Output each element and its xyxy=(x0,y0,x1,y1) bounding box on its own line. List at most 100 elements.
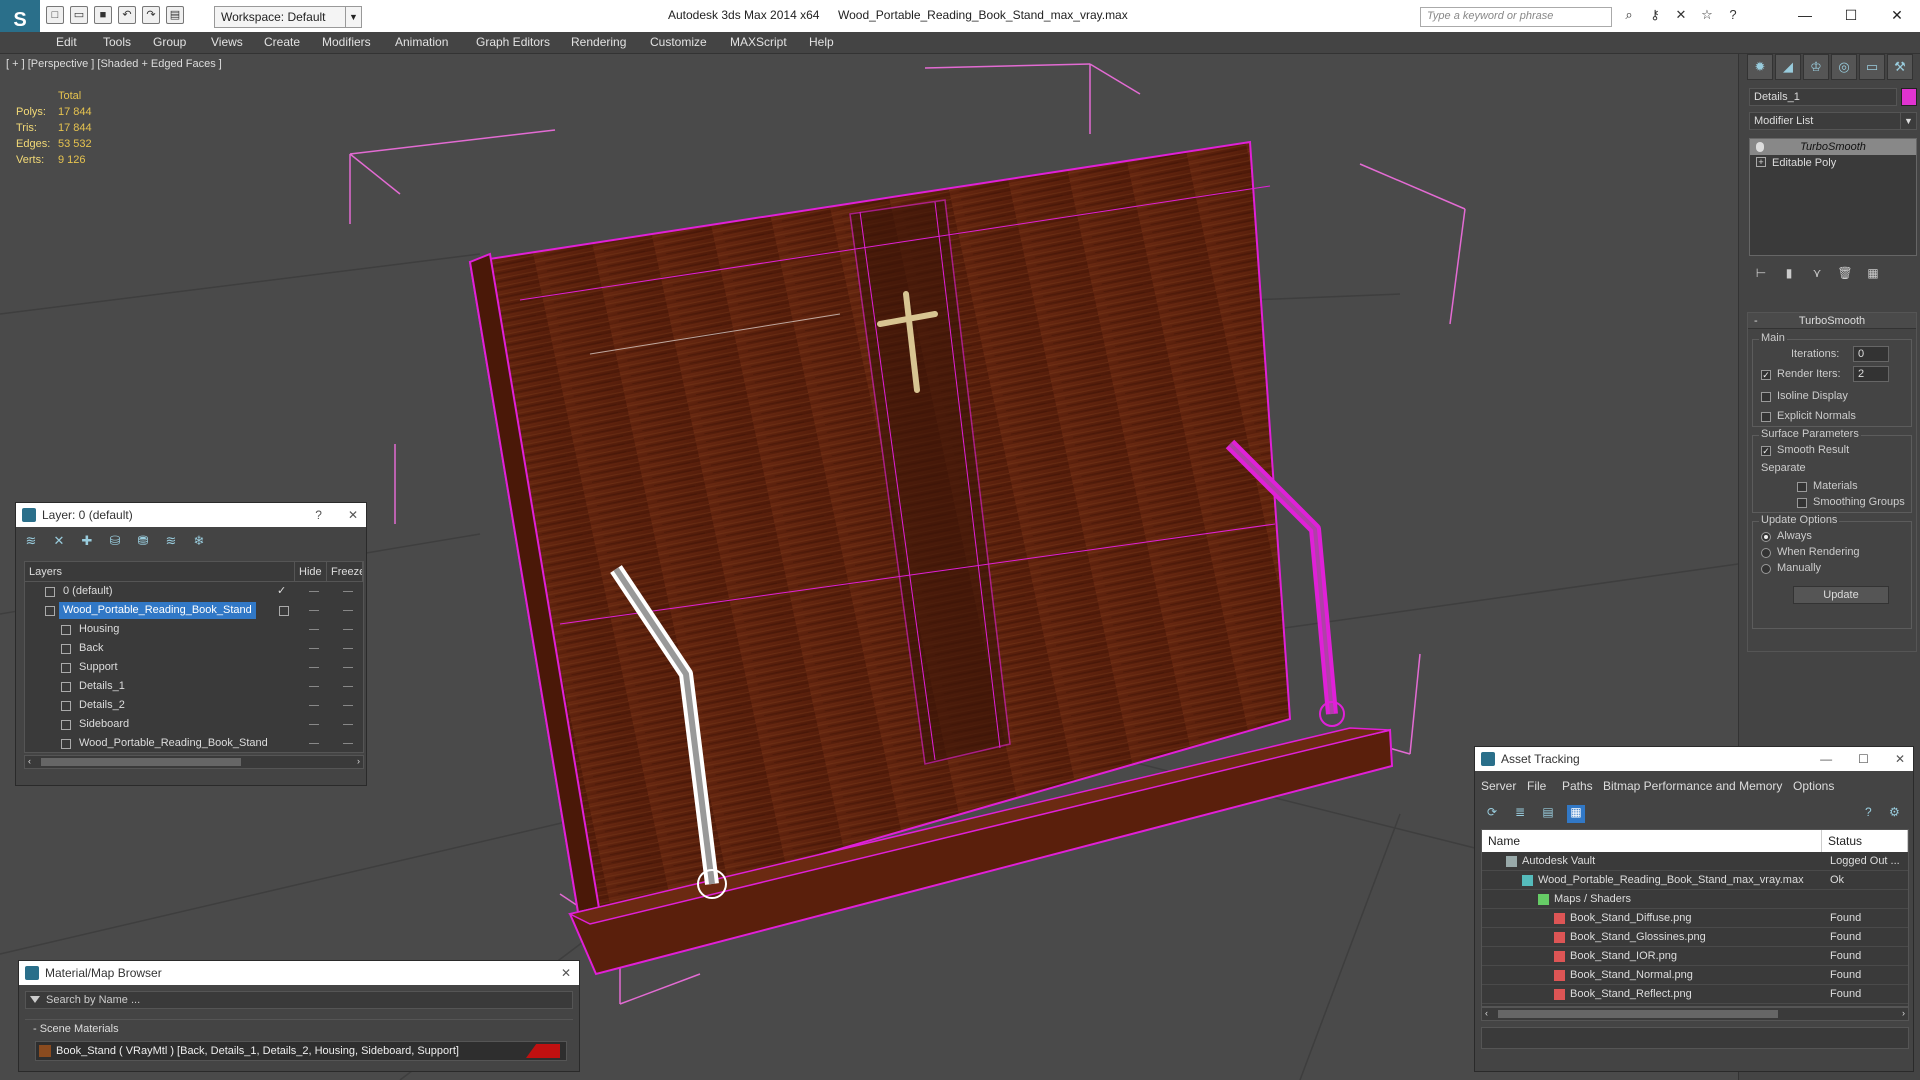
select-objects-icon[interactable]: ⛁ xyxy=(106,533,124,551)
exchange-icon[interactable]: ✕ xyxy=(1672,7,1690,25)
motion-tab-icon[interactable]: ◎ xyxy=(1831,54,1857,80)
display-tab-icon[interactable]: ▭ xyxy=(1859,54,1885,80)
undo-icon[interactable]: ↶ xyxy=(118,6,136,24)
hide-toggle[interactable] xyxy=(309,648,319,649)
asset-row[interactable]: Wood_Portable_Reading_Book_Stand_max_vra… xyxy=(1482,871,1908,890)
material-search-input[interactable]: Search by Name ... xyxy=(25,991,573,1009)
freeze-toggle[interactable] xyxy=(343,610,353,611)
expand-icon[interactable]: + xyxy=(1756,157,1766,167)
when-rendering-radio[interactable] xyxy=(1761,548,1771,558)
object-color-swatch[interactable] xyxy=(1901,88,1917,106)
help-icon[interactable]: ? xyxy=(315,503,322,527)
freeze-toggle[interactable] xyxy=(343,629,353,630)
layer-horizontal-scrollbar[interactable]: ‹ › xyxy=(24,755,364,769)
modifier-stack-item[interactable]: + Editable Poly xyxy=(1750,155,1916,171)
save-file-icon[interactable]: ■ xyxy=(94,6,112,24)
hide-toggle[interactable] xyxy=(309,686,319,687)
thumbnail-view-icon[interactable]: ▤ xyxy=(1539,805,1557,823)
hide-toggle[interactable] xyxy=(309,629,319,630)
delete-layer-icon[interactable]: ✕ xyxy=(50,533,68,551)
lightbulb-icon[interactable] xyxy=(1756,142,1764,152)
project-folder-icon[interactable]: ▤ xyxy=(166,6,184,24)
always-radio[interactable] xyxy=(1761,532,1771,542)
asset-column-status[interactable]: Status xyxy=(1822,830,1908,852)
layer-column-layers[interactable]: Layers xyxy=(25,562,295,581)
asset-row[interactable]: Autodesk Vault Logged Out ... xyxy=(1482,852,1908,871)
freeze-toggle[interactable] xyxy=(343,591,353,592)
asset-row[interactable]: Book_Stand_Diffuse.png Found xyxy=(1482,909,1908,928)
render-iters-checkbox[interactable]: ✓ xyxy=(1761,370,1771,380)
layer-row[interactable]: Wood_Portable_Reading_Book_Stand xyxy=(25,734,363,753)
table-view-icon[interactable]: ▦ xyxy=(1567,805,1585,823)
viewport-label[interactable]: [ + ] [Perspective ] [Shaded + Edged Fac… xyxy=(6,58,222,70)
hide-toggle[interactable] xyxy=(309,743,319,744)
freeze-toggle[interactable] xyxy=(343,705,353,706)
asset-menu-options[interactable]: Options xyxy=(1793,777,1834,795)
search-options-icon[interactable] xyxy=(30,996,40,1003)
manually-radio[interactable] xyxy=(1761,564,1771,574)
menu-modifiers[interactable]: Modifiers xyxy=(322,35,371,49)
star-icon[interactable]: ☆ xyxy=(1698,7,1716,25)
hide-toggle[interactable] xyxy=(309,705,319,706)
scroll-right-icon[interactable]: › xyxy=(357,756,360,766)
remove-modifier-icon[interactable]: 🗑 xyxy=(1837,266,1853,282)
explicit-normals-checkbox[interactable] xyxy=(1761,412,1771,422)
materials-checkbox[interactable] xyxy=(1797,482,1807,492)
smoothing-groups-checkbox[interactable] xyxy=(1797,498,1807,508)
isoline-display-checkbox[interactable] xyxy=(1761,392,1771,402)
freeze-toggle[interactable] xyxy=(343,724,353,725)
maximize-icon[interactable]: ☐ xyxy=(1828,0,1874,30)
make-unique-icon[interactable]: ⋎ xyxy=(1809,266,1825,282)
search-input[interactable]: Type a keyword or phrase xyxy=(1420,7,1612,27)
freeze-all-icon[interactable]: ❄ xyxy=(190,533,208,551)
layer-column-freeze[interactable]: Freeze xyxy=(327,562,363,581)
asset-row[interactable]: Maps / Shaders xyxy=(1482,890,1908,909)
menu-group[interactable]: Group xyxy=(153,35,186,49)
asset-row[interactable]: Book_Stand_Reflect.png Found xyxy=(1482,985,1908,1004)
list-view-icon[interactable]: ≣ xyxy=(1511,805,1529,823)
hide-toggle[interactable] xyxy=(309,591,319,592)
add-to-layer-icon[interactable]: ✚ xyxy=(78,533,96,551)
layer-box-icon[interactable] xyxy=(279,606,289,616)
asset-menu-server[interactable]: Server xyxy=(1481,777,1516,795)
layer-row[interactable]: Details_2 xyxy=(25,696,363,715)
new-file-icon[interactable]: □ xyxy=(46,6,64,24)
update-button[interactable]: Update xyxy=(1793,586,1889,604)
modifier-list-dropdown[interactable]: Modifier List ▼ xyxy=(1749,112,1917,130)
close-icon[interactable]: ✕ xyxy=(348,503,358,527)
redo-icon[interactable]: ↷ xyxy=(142,6,160,24)
hide-toggle[interactable] xyxy=(309,724,319,725)
asset-row[interactable]: Book_Stand_Normal.png Found xyxy=(1482,966,1908,985)
asset-column-name[interactable]: Name xyxy=(1482,830,1822,852)
show-end-result-icon[interactable]: ▮ xyxy=(1781,266,1797,282)
scroll-thumb[interactable] xyxy=(1498,1010,1778,1018)
close-icon[interactable]: ✕ xyxy=(1874,0,1920,30)
layer-column-hide[interactable]: Hide xyxy=(295,562,327,581)
settings-icon[interactable]: ⚙ xyxy=(1889,805,1905,821)
asset-row[interactable]: Book_Stand_Glossines.png Found xyxy=(1482,928,1908,947)
close-icon[interactable]: ✕ xyxy=(1895,747,1905,771)
layer-row[interactable]: 0 (default) ✓ xyxy=(25,582,363,601)
layer-window-titlebar[interactable]: Layer: 0 (default) ? ✕ xyxy=(16,503,366,527)
close-icon[interactable]: ✕ xyxy=(561,961,571,985)
menu-graph-editors[interactable]: Graph Editors xyxy=(476,35,550,49)
binoculars-icon[interactable]: ⌕ xyxy=(1620,7,1638,25)
hide-toggle[interactable] xyxy=(309,667,319,668)
asset-menu-paths[interactable]: Paths xyxy=(1562,777,1593,795)
asset-menu-file[interactable]: File xyxy=(1527,777,1546,795)
hierarchy-tab-icon[interactable]: ♔ xyxy=(1803,54,1829,80)
asset-menu-bitmap-performance-and-memory[interactable]: Bitmap Performance and Memory xyxy=(1603,777,1782,795)
asset-horizontal-scrollbar[interactable]: ‹ › xyxy=(1481,1007,1909,1021)
scroll-thumb[interactable] xyxy=(41,758,241,766)
iterations-spinner[interactable]: 0 xyxy=(1853,346,1889,362)
layer-row[interactable]: Wood_Portable_Reading_Book_Stand xyxy=(25,601,363,620)
create-layer-icon[interactable]: ≋ xyxy=(22,533,40,551)
asset-tracking-titlebar[interactable]: Asset Tracking — ☐ ✕ xyxy=(1475,747,1913,771)
scroll-left-icon[interactable]: ‹ xyxy=(28,756,31,766)
open-file-icon[interactable]: ▭ xyxy=(70,6,88,24)
freeze-toggle[interactable] xyxy=(343,686,353,687)
material-item[interactable]: Book_Stand ( VRayMtl ) [Back, Details_1,… xyxy=(35,1041,567,1061)
rollout-header[interactable]: - TurboSmooth xyxy=(1748,313,1916,329)
modifier-stack-item[interactable]: TurboSmooth xyxy=(1750,139,1916,155)
help-icon[interactable]: ? xyxy=(1865,805,1881,821)
